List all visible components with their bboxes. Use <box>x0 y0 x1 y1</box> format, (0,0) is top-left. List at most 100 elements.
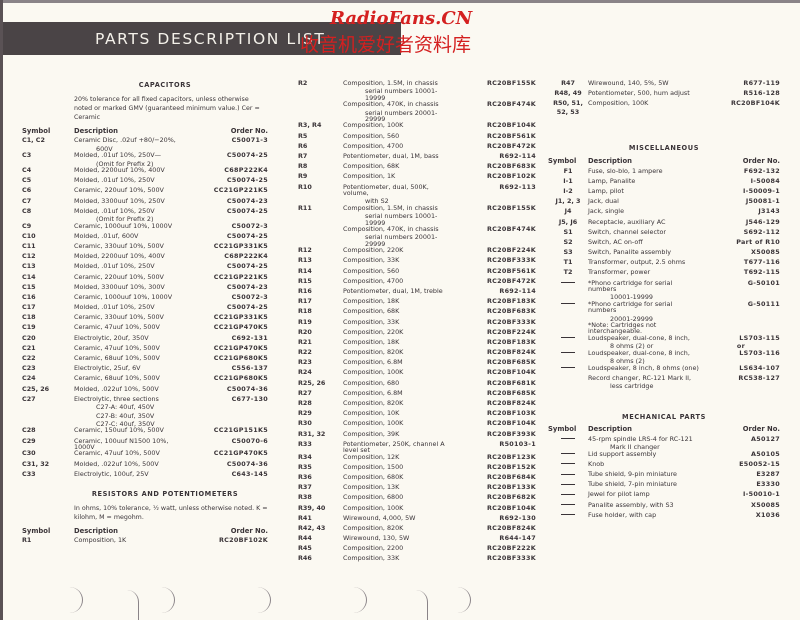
part-description-text: Composition, 100K <box>588 99 649 108</box>
part-description-text: Composition, 100K <box>343 121 404 130</box>
part-description: Ceramic, 1000uuf 10%, 1000V <box>74 222 190 229</box>
part-order-number: RC20BF685K <box>454 359 536 365</box>
part-description-text: Composition, 560 <box>343 131 400 140</box>
part-description-text: Fuse, slo-blo, 1 ampere <box>588 166 663 175</box>
part-symbol-text: R38 <box>298 493 312 502</box>
part-order-number: J546-129 <box>702 218 780 225</box>
part-order-number: C50074-25 <box>190 177 268 183</box>
part-order-number: LS703-116 <box>702 350 780 356</box>
part-description: Composition, 6.8M <box>343 390 454 396</box>
part-description-text: Composition, 100K <box>343 419 404 428</box>
part-symbol: R8 <box>298 163 343 169</box>
part-description-text: Composition, 4700 <box>343 276 404 285</box>
capacitors-heading: CAPACITORS <box>138 81 192 89</box>
part-order-text: RC20BF561K <box>486 131 536 140</box>
part-description-text: Molded, .022uf 10%, 500V <box>74 459 159 468</box>
part-order-text: C50074-25 <box>226 151 268 160</box>
part-order-text: RC20BF683K <box>486 162 536 171</box>
part-description-text: *Phono cartridge for serial numbers <box>588 299 673 315</box>
column-left: CAPACITORS 20% tolerance for all fixed c… <box>22 82 268 548</box>
part-description: Ceramic Disc, .02uf +80/−20%, 600V <box>74 137 190 152</box>
part-symbol: R21 <box>298 339 343 345</box>
part-order-number: CC21GP331K5 <box>190 243 268 249</box>
part-order-text: RC20BF222K <box>486 544 536 553</box>
part-description-text: Ceramic, 47uuf 10%, 500V <box>74 449 160 458</box>
part-description-text: Molded, .01uf 10%, 250V <box>74 206 155 215</box>
part-description-text: Wirewound, 140, 5%, 5W <box>588 79 669 87</box>
part-symbol-text: R36 <box>298 472 312 481</box>
part-symbol-text: C10 <box>22 231 36 240</box>
part-symbol: R34 <box>298 453 343 460</box>
resistors-column-header: Symbol Description Order No. <box>22 527 268 535</box>
part-symbol-text: S3 <box>563 248 573 257</box>
binder-hole <box>148 587 175 613</box>
part-order-text: RC20BF683K <box>486 307 536 316</box>
part-symbol-text: T2 <box>563 268 573 277</box>
part-symbol-text: R28 <box>298 399 312 408</box>
part-description-text: Electrolytic, 100uf, 25V <box>74 469 149 478</box>
part-description: Molded, .01uf, 600V <box>74 233 190 239</box>
part-symbol: R35 <box>298 464 343 470</box>
part-order-number: F692-132 <box>702 167 780 174</box>
part-description: Composition, 68K <box>343 308 454 314</box>
part-symbol: C24 <box>22 375 74 381</box>
miscellaneous-heading: MISCELLANEOUS <box>628 144 700 153</box>
part-description: Composition, 6800 <box>343 494 454 500</box>
part-order-text: J3143 <box>758 207 780 216</box>
part-order-number: RC20BF224K <box>454 247 536 253</box>
part-order-text: RC20BF155K <box>486 79 536 87</box>
part-order-text: R692-114 <box>499 286 536 295</box>
part-symbol-text: F1 <box>563 166 573 175</box>
part-description: Electrolytic, 100uf, 25V <box>74 471 190 477</box>
part-symbol: C27 <box>22 396 74 402</box>
part-order-text: R692-130 <box>499 513 536 522</box>
mechanical-heading: MECHANICAL PARTS <box>622 412 706 421</box>
part-description-text: Loudspeaker, dual-cone, 8 inch, <box>588 348 690 357</box>
part-description-text: Composition, 13K <box>343 483 400 492</box>
part-symbol: C4 <box>22 167 74 173</box>
part-description: Loudspeaker, dual-cone, 8 inch, 8 ohms (2… <box>588 335 702 350</box>
part-description: Potentiometer, dual, 500K, volume, with S… <box>343 183 454 205</box>
part-symbol-text: R20 <box>298 327 312 336</box>
part-description: Molded, 2200uuf 10%, 400V <box>74 253 190 259</box>
part-order-text: RC20BF824K <box>486 523 536 532</box>
part-order-text: CC21GP680K5 <box>213 374 268 383</box>
part-description: Lamp, pilot <box>588 188 702 194</box>
part-description: Composition, 560 <box>343 131 454 140</box>
part-symbol: R7 <box>298 153 343 159</box>
part-order-number: RC538-127 <box>702 375 780 381</box>
part-order-number: CC21GP680K5 <box>190 375 268 381</box>
part-description-text: Composition, 560 <box>343 266 400 275</box>
part-description-text: Ceramic, 47uuf 10%, 500V <box>74 323 160 332</box>
part-description-text: Panalite assembly, with S3 <box>588 500 674 509</box>
part-symbol <box>548 350 588 356</box>
part-description-text: Lamp, pilot <box>588 186 624 195</box>
binder-notch <box>397 590 428 620</box>
part-description-text: Ceramic, 1000uuf 10%, 1000V <box>74 292 173 301</box>
part-description: Jack, single <box>588 208 702 214</box>
part-description-text: Fuse holder, with cap <box>588 510 657 519</box>
part-order-number: RC20BF102K <box>190 537 268 543</box>
part-order-text: RC20BF685K <box>486 358 536 367</box>
part-symbol-text: R1 <box>22 536 32 545</box>
part-order-text: RC20BF224K <box>486 246 536 255</box>
part-symbol-text: R8 <box>298 162 308 171</box>
part-symbol-text: R24 <box>298 368 312 377</box>
part-symbol: I-1 <box>548 178 588 184</box>
part-symbol: F1 <box>548 166 588 175</box>
part-description-text: Ceramic, 220uuf 10%, 500V <box>74 272 164 281</box>
part-symbol: R23 <box>298 359 343 365</box>
part-symbol: C11 <box>22 243 74 249</box>
part-description-text: Wirewound, 4,000, 5W <box>343 513 416 522</box>
part-symbol: T2 <box>548 269 588 275</box>
part-order-text: RC20BF824K <box>486 348 536 357</box>
part-description: Molded, .022uf 10%, 500V <box>74 459 190 468</box>
part-order-text: RC20BF183K <box>486 337 536 346</box>
part-description: Switch, channel selector <box>588 229 702 235</box>
part-symbol <box>548 280 588 286</box>
part-row: R11 Composition, 1.5M, in chassis serial n… <box>298 205 536 226</box>
part-order-number: R50103-1 <box>454 441 536 447</box>
part-description: Composition, 100K <box>343 504 454 511</box>
part-description: Ceramic, 220uuf 10%, 500V <box>74 272 190 281</box>
part-symbol-text: C6 <box>22 186 32 195</box>
